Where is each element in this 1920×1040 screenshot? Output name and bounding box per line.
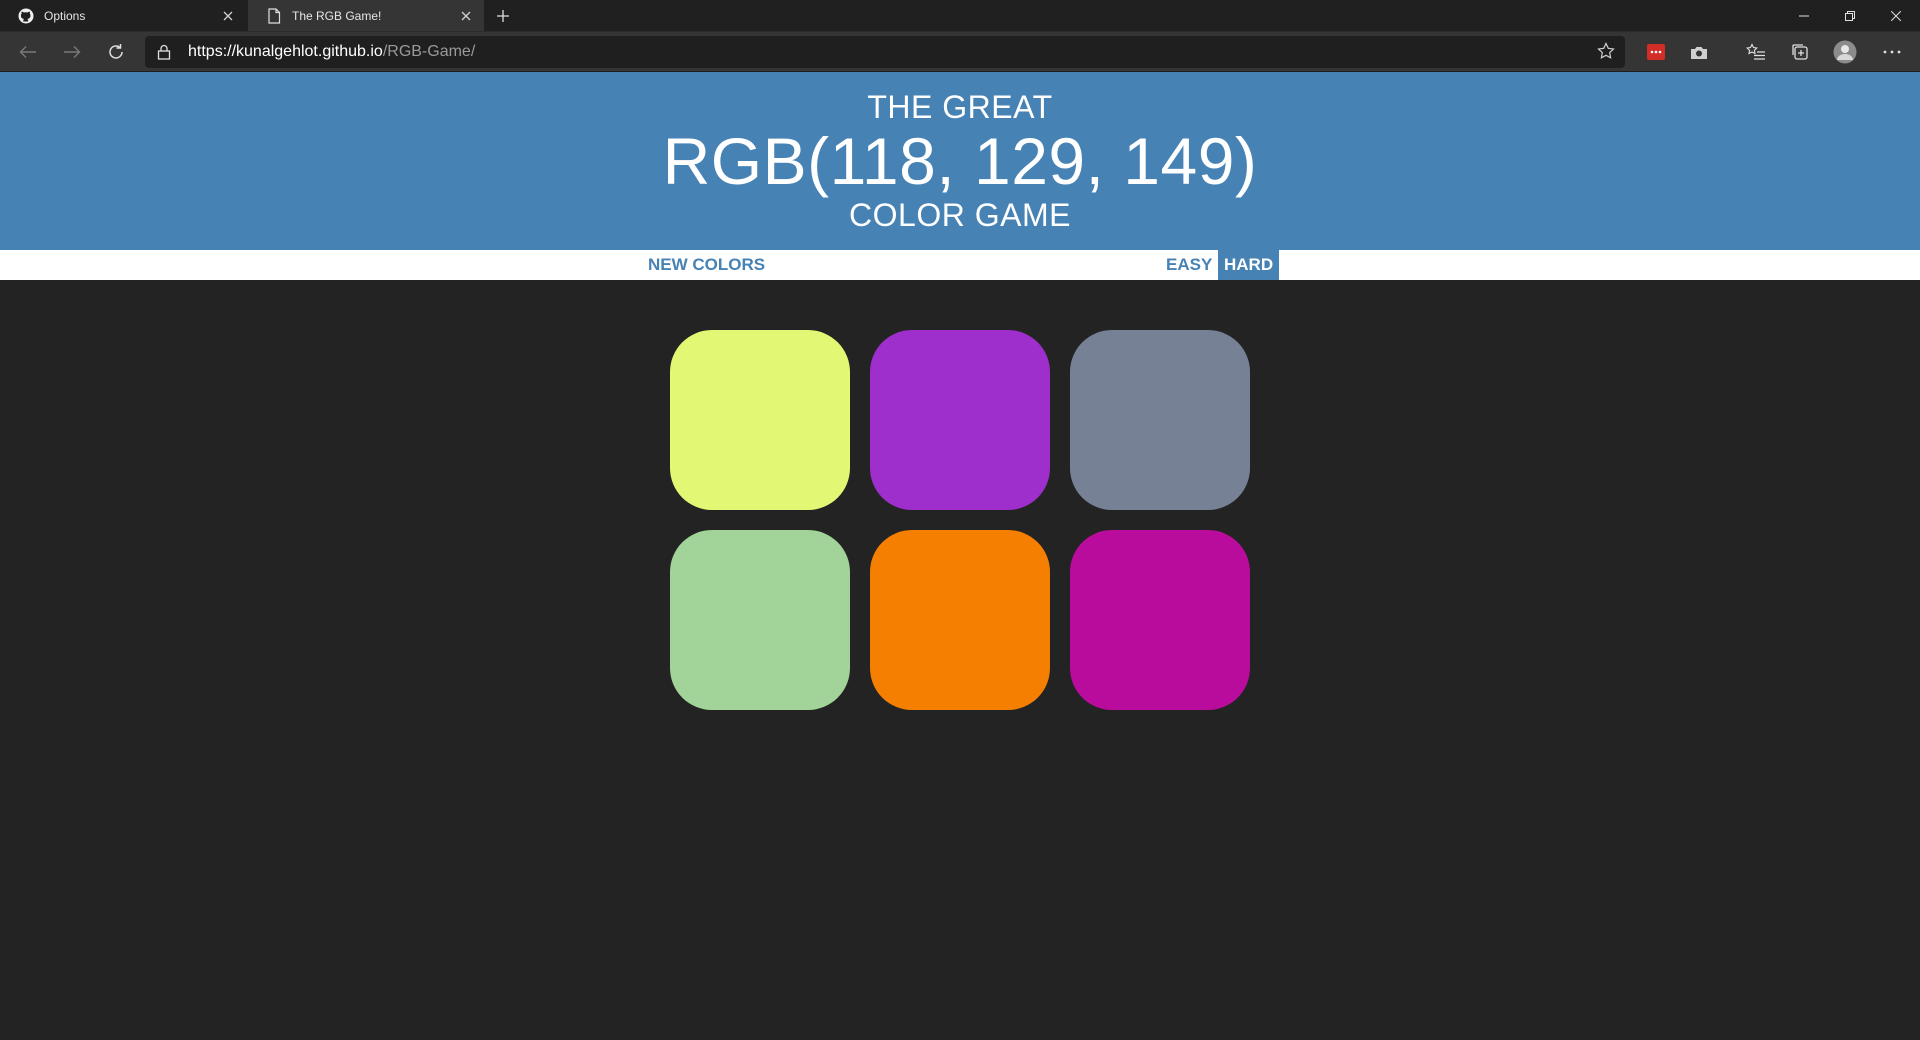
lock-icon bbox=[157, 44, 171, 65]
collections-icon[interactable] bbox=[1784, 36, 1816, 68]
tab-options[interactable]: Options bbox=[0, 0, 246, 31]
status-message bbox=[800, 250, 1100, 280]
tab-title: Options bbox=[44, 8, 86, 23]
new-colors-button[interactable]: NEW COLORS bbox=[642, 250, 771, 280]
minimize-button[interactable] bbox=[1781, 0, 1827, 31]
close-window-button[interactable] bbox=[1873, 0, 1919, 31]
minimize-icon bbox=[1799, 15, 1809, 16]
url-text: https://kunalgehlot.github.io/RGB-Game/ bbox=[188, 43, 475, 61]
back-button[interactable] bbox=[12, 36, 44, 68]
hard-mode-button[interactable]: HARD bbox=[1218, 250, 1279, 280]
rgb-display: RGB(118, 129, 149) bbox=[662, 124, 1258, 198]
tab-strip: Options The RGB Game! bbox=[0, 0, 1920, 32]
restore-button[interactable] bbox=[1827, 0, 1873, 31]
url-path: /RGB-Game/ bbox=[382, 43, 476, 60]
browser-toolbar: https://kunalgehlot.github.io/RGB-Game/ bbox=[0, 32, 1920, 72]
refresh-icon bbox=[109, 44, 123, 59]
refresh-button[interactable] bbox=[100, 36, 132, 68]
restore-icon bbox=[1845, 10, 1855, 21]
plus-icon bbox=[497, 10, 509, 22]
url-host: https://kunalgehlot.github.io bbox=[188, 43, 383, 60]
close-icon[interactable] bbox=[216, 4, 240, 28]
address-bar[interactable]: https://kunalgehlot.github.io/RGB-Game/ bbox=[145, 36, 1625, 68]
close-icon bbox=[1891, 10, 1901, 21]
page-content: THE GREAT RGB(118, 129, 149) COLOR GAME … bbox=[0, 72, 1920, 1040]
color-square[interactable] bbox=[870, 330, 1050, 510]
control-stripe: NEW COLORS EASY HARD bbox=[0, 250, 1920, 280]
page-icon bbox=[266, 7, 282, 24]
color-square[interactable] bbox=[670, 530, 850, 710]
close-icon[interactable] bbox=[454, 4, 478, 28]
github-icon bbox=[18, 8, 34, 24]
arrow-left-icon bbox=[19, 46, 36, 58]
forward-button[interactable] bbox=[56, 36, 88, 68]
color-square[interactable] bbox=[1070, 530, 1250, 710]
arrow-right-icon bbox=[64, 46, 81, 58]
game-header: THE GREAT RGB(118, 129, 149) COLOR GAME bbox=[0, 72, 1920, 250]
new-tab-button[interactable] bbox=[490, 3, 516, 29]
easy-mode-button[interactable]: EASY bbox=[1160, 250, 1218, 280]
camera-icon[interactable] bbox=[1683, 36, 1715, 68]
lastpass-icon[interactable] bbox=[1640, 36, 1672, 68]
header-line-top: THE GREAT bbox=[867, 89, 1053, 125]
more-menu-icon[interactable] bbox=[1876, 36, 1908, 68]
favorites-list-icon[interactable] bbox=[1740, 36, 1772, 68]
color-square[interactable] bbox=[1070, 330, 1250, 510]
star-icon[interactable] bbox=[1597, 42, 1615, 65]
profile-avatar[interactable] bbox=[1829, 36, 1861, 68]
tab-rgb-game[interactable]: The RGB Game! bbox=[248, 0, 484, 31]
color-square[interactable] bbox=[870, 530, 1050, 710]
tab-title: The RGB Game! bbox=[292, 8, 382, 23]
header-line-bottom: COLOR GAME bbox=[849, 197, 1071, 233]
color-square[interactable] bbox=[670, 330, 850, 510]
